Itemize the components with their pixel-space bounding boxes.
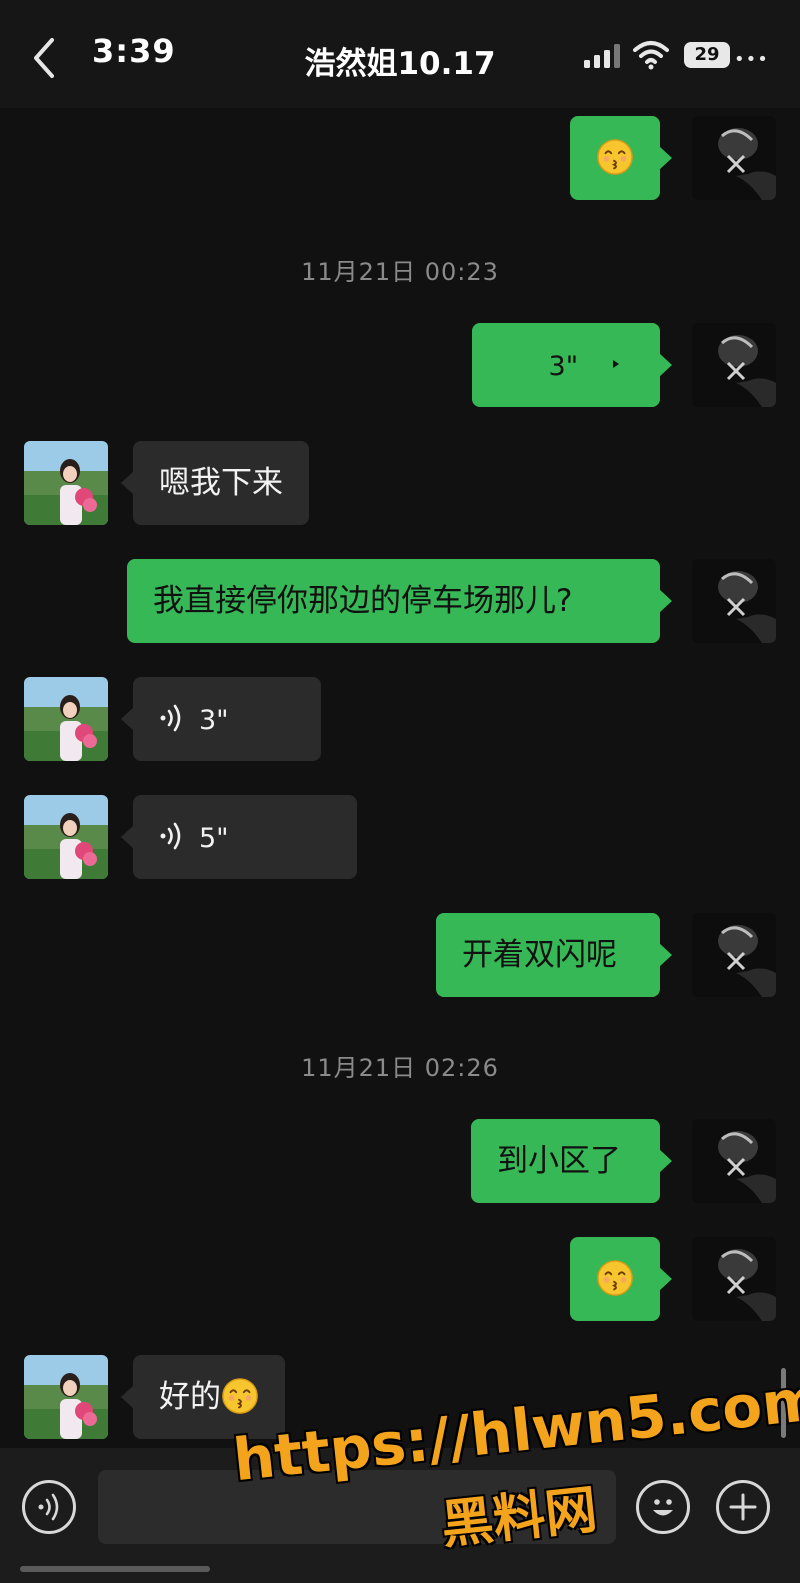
message-input[interactable] <box>98 1470 616 1544</box>
voice-wave-icon <box>38 1493 59 1521</box>
contact-avatar-image <box>24 677 108 761</box>
message-bubble[interactable]: 到小区了 <box>471 1119 672 1203</box>
message-text: 好的 <box>159 1379 221 1415</box>
home-indicator <box>20 1566 210 1572</box>
message-bubble[interactable] <box>570 1237 672 1321</box>
message-list[interactable]: 11月21日 00:23 3" 嗯我下来 我直接停你那边的停车场那儿? 3" 5… <box>0 108 800 1448</box>
my-avatar[interactable] <box>692 1119 776 1203</box>
my-avatar-image <box>692 559 776 643</box>
chat-title[interactable]: 浩然姐10.17 <box>0 38 800 83</box>
contact-avatar-image <box>24 795 108 879</box>
message-timestamp: 11月21日 02:26 <box>301 1054 499 1082</box>
contact-avatar[interactable] <box>24 1355 108 1439</box>
my-avatar[interactable] <box>692 559 776 643</box>
battery-indicator: 29 <box>684 42 730 68</box>
cellular-signal-icon <box>584 44 620 68</box>
message-bubble[interactable]: 开着双闪呢 <box>436 913 672 997</box>
contact-avatar[interactable] <box>24 677 108 761</box>
voice-duration: 3" <box>199 705 229 736</box>
message-bubble[interactable]: 嗯我下来 <box>121 441 309 525</box>
scrollbar[interactable] <box>781 1368 786 1438</box>
my-avatar[interactable] <box>692 116 776 200</box>
kissing-face-icon <box>597 138 633 175</box>
emoji-button[interactable] <box>636 1480 690 1534</box>
my-avatar[interactable] <box>692 1237 776 1321</box>
my-avatar-image <box>692 1237 776 1321</box>
voice-wave-icon <box>160 822 181 849</box>
voice-message-bubble[interactable]: 3" <box>121 677 321 761</box>
wifi-icon <box>633 41 669 70</box>
nav-bar: 3:39 浩然姐10.17 29 ••• <box>0 0 800 108</box>
my-avatar-image <box>692 1119 776 1203</box>
message-bubble[interactable] <box>570 116 672 200</box>
voice-duration: 5" <box>199 823 229 854</box>
input-bar <box>0 1448 800 1583</box>
more-options-icon[interactable]: ••• <box>734 49 769 70</box>
message-timestamp: 11月21日 00:23 <box>301 258 499 286</box>
voice-message-bubble[interactable]: 5" <box>121 795 357 879</box>
kissing-face-icon <box>597 1259 633 1296</box>
voice-duration: 3" <box>548 351 579 382</box>
my-avatar-image <box>692 913 776 997</box>
plus-icon <box>729 1493 757 1521</box>
message-bubble[interactable]: 好的 <box>121 1355 285 1439</box>
kissing-face-icon <box>222 1377 258 1414</box>
my-avatar-image <box>692 323 776 407</box>
more-functions-button[interactable] <box>716 1480 770 1534</box>
voice-input-button[interactable] <box>22 1480 76 1534</box>
contact-avatar[interactable] <box>24 441 108 525</box>
smiley-icon <box>653 1499 673 1516</box>
message-bubble[interactable]: 我直接停你那边的停车场那儿? <box>127 559 672 643</box>
voice-message-bubble[interactable]: 3" <box>472 323 672 407</box>
voice-wave-icon <box>613 359 619 368</box>
contact-avatar[interactable] <box>24 795 108 879</box>
my-avatar[interactable] <box>692 323 776 407</box>
contact-avatar-image <box>24 441 108 525</box>
my-avatar-image <box>692 116 776 200</box>
my-avatar[interactable] <box>692 913 776 997</box>
voice-wave-icon <box>160 704 181 731</box>
contact-avatar-image <box>24 1355 108 1439</box>
